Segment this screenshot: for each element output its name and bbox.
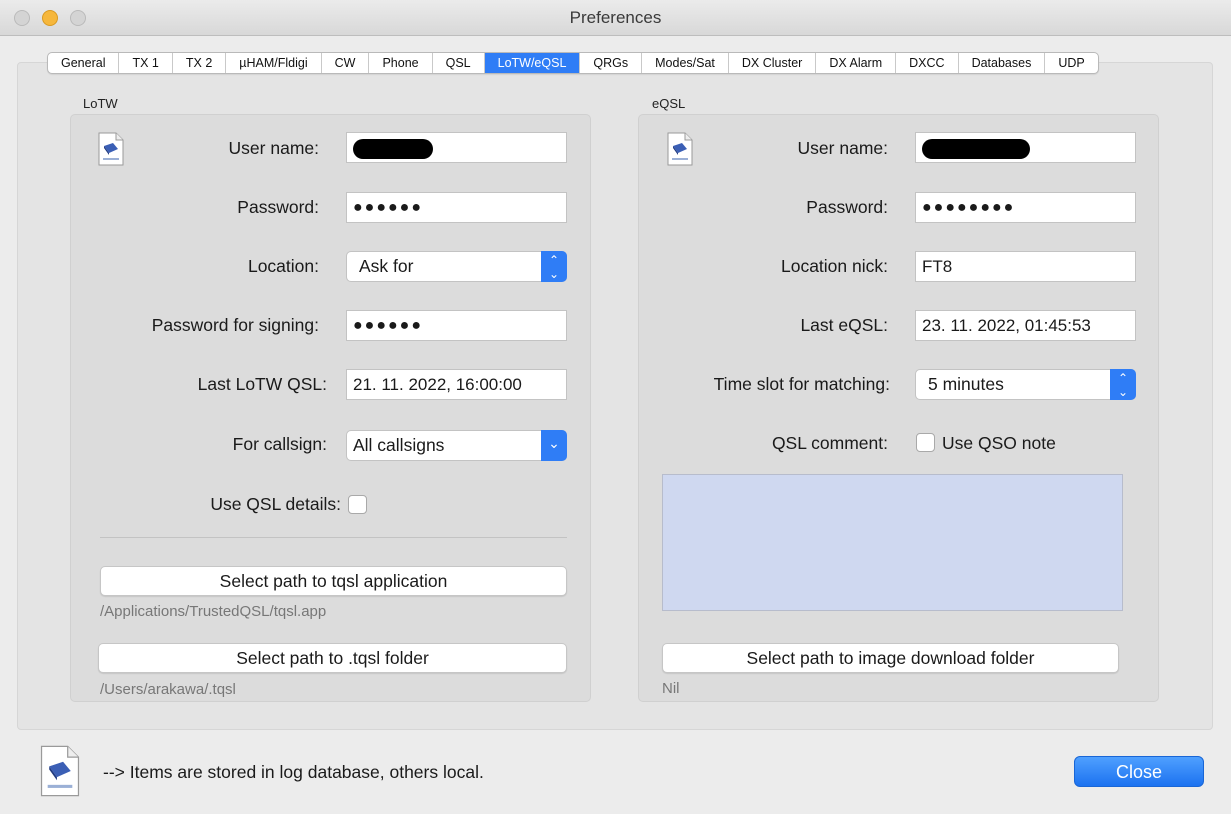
tab-dxcc[interactable]: DXCC bbox=[896, 53, 959, 73]
eqsl-qsl-comment-textarea[interactable] bbox=[662, 474, 1123, 611]
lotw-location-select[interactable]: Ask for ⌃ ⌄ bbox=[346, 251, 567, 282]
tab-dx-alarm[interactable]: DX Alarm bbox=[816, 53, 897, 73]
eqsl-password-label: Password: bbox=[806, 197, 888, 217]
select-tqsl-folder-button[interactable]: Select path to .tqsl folder bbox=[98, 643, 567, 673]
tab-tx2[interactable]: TX 2 bbox=[173, 53, 227, 73]
updown-chevron-icon: ⌃ ⌄ bbox=[541, 251, 567, 282]
tqsl-app-path: /Applications/TrustedQSL/tqsl.app bbox=[100, 603, 327, 620]
lotw-callsign-value: All callsigns bbox=[353, 435, 445, 455]
lotw-signing-password-label: Password for signing: bbox=[151, 315, 319, 335]
eqsl-qsl-comment-label: QSL comment: bbox=[771, 433, 888, 453]
select-image-folder-button[interactable]: Select path to image download folder bbox=[662, 643, 1119, 673]
tab-databases[interactable]: Databases bbox=[959, 53, 1046, 73]
image-folder-path: Nil bbox=[662, 680, 680, 697]
eqsl-group-title: eQSL bbox=[652, 96, 686, 111]
logbook-document-icon bbox=[40, 745, 80, 797]
eqsl-time-slot-label: Time slot for matching: bbox=[713, 374, 890, 394]
tab-dx-cluster[interactable]: DX Cluster bbox=[729, 53, 817, 73]
eqsl-user-name-field[interactable] bbox=[915, 132, 1136, 163]
eqsl-password-field[interactable]: ●●●●●●●● bbox=[915, 192, 1136, 223]
window-title: Preferences bbox=[569, 8, 662, 27]
logbook-document-icon bbox=[98, 132, 124, 166]
lotw-password-field[interactable]: ●●●●●● bbox=[346, 192, 567, 223]
tab-qsl[interactable]: QSL bbox=[433, 53, 485, 73]
redacted-mark bbox=[922, 138, 1030, 159]
tab-modes-sat[interactable]: Modes/Sat bbox=[642, 53, 729, 73]
tab-udp[interactable]: UDP bbox=[1045, 53, 1097, 73]
storage-note: --> Items are stored in log database, ot… bbox=[103, 762, 484, 782]
tqsl-folder-path: /Users/arakawa/.tqsl bbox=[100, 681, 236, 698]
updown-chevron-icon: ⌃ ⌄ bbox=[1110, 369, 1136, 400]
lotw-location-label: Location: bbox=[247, 256, 319, 276]
eqsl-user-name-label: User name: bbox=[797, 138, 888, 158]
tab-uham-fldigi[interactable]: µHAM/Fldigi bbox=[226, 53, 322, 73]
title-bar: Preferences bbox=[0, 0, 1231, 36]
tab-phone[interactable]: Phone bbox=[369, 53, 433, 73]
lotw-use-qsl-details-label: Use QSL details: bbox=[210, 494, 341, 514]
lotw-user-name-field[interactable] bbox=[346, 132, 567, 163]
lotw-group-title: LoTW bbox=[83, 96, 118, 111]
tab-lotw-eqsl[interactable]: LoTW/eQSL bbox=[484, 53, 581, 73]
logbook-document-icon bbox=[667, 132, 693, 166]
eqsl-last-eqsl-field[interactable]: 23. 11. 2022, 01:45:53 bbox=[915, 310, 1136, 341]
redacted-mark bbox=[353, 138, 433, 159]
eqsl-time-slot-value: 5 minutes bbox=[928, 374, 1004, 394]
lotw-last-qsl-field[interactable]: 21. 11. 2022, 16:00:00 bbox=[346, 369, 567, 400]
lotw-password-label: Password: bbox=[237, 197, 319, 217]
eqsl-location-nick-label: Location nick: bbox=[780, 256, 888, 276]
lotw-callsign-select[interactable]: All callsigns ⌄ bbox=[346, 430, 567, 461]
lotw-location-value: Ask for bbox=[359, 256, 414, 276]
preferences-tab-bar: General TX 1 TX 2 µHAM/Fldigi CW Phone Q… bbox=[47, 52, 1099, 74]
eqsl-location-nick-field[interactable]: FT8 bbox=[915, 251, 1136, 282]
lotw-use-qsl-details-checkbox[interactable] bbox=[348, 495, 367, 514]
eqsl-last-eqsl-label: Last eQSL: bbox=[800, 315, 888, 335]
eqsl-time-slot-select[interactable]: 5 minutes ⌃ ⌄ bbox=[915, 369, 1136, 400]
lotw-user-name-label: User name: bbox=[228, 138, 319, 158]
tab-cw[interactable]: CW bbox=[322, 53, 370, 73]
tab-general[interactable]: General bbox=[48, 53, 120, 73]
select-tqsl-app-button[interactable]: Select path to tqsl application bbox=[100, 566, 567, 596]
lotw-signing-password-field[interactable]: ●●●●●● bbox=[346, 310, 567, 341]
eqsl-use-qso-note-checkbox[interactable] bbox=[916, 433, 935, 452]
lotw-last-qsl-label: Last LoTW QSL: bbox=[197, 374, 327, 394]
lotw-divider bbox=[100, 537, 567, 538]
tab-tx1[interactable]: TX 1 bbox=[119, 53, 173, 73]
chevron-down-icon: ⌄ bbox=[541, 430, 567, 461]
lotw-callsign-label: For callsign: bbox=[232, 434, 327, 454]
close-button[interactable]: Close bbox=[1074, 756, 1204, 787]
tab-qrgs[interactable]: QRGs bbox=[580, 53, 643, 73]
eqsl-use-qso-note-label: Use QSO note bbox=[942, 433, 1056, 453]
